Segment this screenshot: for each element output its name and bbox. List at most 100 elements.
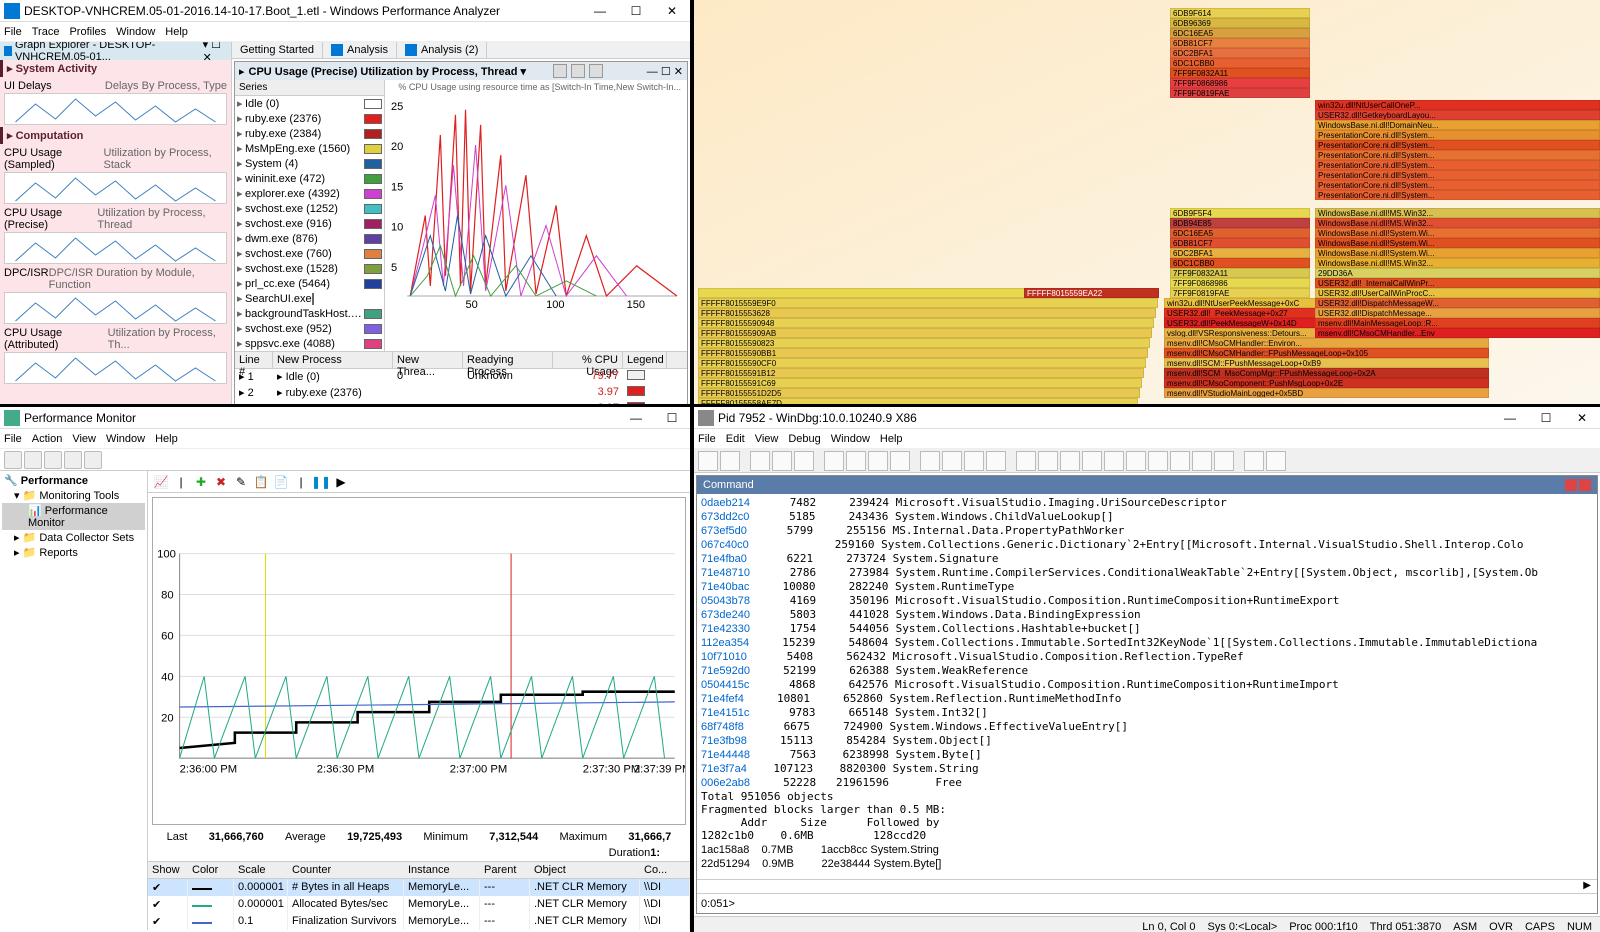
perfmon-chart[interactable]: 100 80 60 40 20 2: [152, 497, 686, 825]
minimize-button[interactable]: — [1492, 407, 1528, 429]
flame-bar[interactable]: FFFFF80155590823 [698, 338, 1150, 348]
flame-bar[interactable]: msenv.dll!CMsoComponent::PushMsgLoop+0x2… [1164, 378, 1489, 388]
highlight-icon[interactable]: ✎ [232, 473, 250, 491]
flame-bar[interactable]: 7FF9F0819FAE [1170, 88, 1310, 98]
flame-bar[interactable]: PresentationCore.ni.dll!System... [1315, 140, 1600, 150]
series-item[interactable]: ▸Idle (0) [235, 96, 384, 111]
flame-bar[interactable]: FFFFF8015553628 [698, 308, 1156, 318]
series-item[interactable]: ▸ruby.exe (2384) [235, 126, 384, 141]
thumbnail-chart[interactable] [4, 172, 227, 204]
windbg-menubar[interactable]: File Edit View Debug Window Help [694, 429, 1600, 449]
step-out-icon[interactable] [964, 451, 984, 471]
options-icon[interactable] [1266, 451, 1286, 471]
flame-bar[interactable]: 6DC16EA5 [1170, 28, 1310, 38]
flame-bar[interactable]: USER32.dll!DispatchMessageW... [1315, 298, 1600, 308]
graph-item[interactable]: CPU Usage (Sampled)Utilization by Proces… [0, 146, 231, 172]
flame-bar[interactable]: msenv.dll!CMsoCMHandler::Environ... [1164, 338, 1489, 348]
thumbnail-chart[interactable] [4, 232, 227, 264]
flame-bar[interactable]: FFFFF80155590CF0 [698, 358, 1146, 368]
breakpoints-icon[interactable] [1016, 451, 1036, 471]
copy-icon[interactable]: 📋 [252, 473, 270, 491]
series-item[interactable]: ▸explorer.exe (4392) [235, 186, 384, 201]
flame-bar[interactable]: msenv.dll!VStudioMainLogged+0x5BD [1164, 388, 1489, 398]
flame-bar[interactable]: 7FF9F0832A11 [1170, 268, 1310, 278]
close-button[interactable]: ✕ [654, 0, 690, 22]
gear-icon[interactable] [589, 64, 603, 78]
maximize-button[interactable]: ☐ [618, 0, 654, 22]
flame-bar[interactable]: USER32.dll!UserCallWinProcC... [1315, 288, 1600, 298]
flame-bar[interactable]: 7FF9F0819FAE [1170, 288, 1310, 298]
properties-icon[interactable] [84, 451, 102, 469]
cpu-chart[interactable]: % CPU Usage using resource time as [Swit… [385, 80, 687, 351]
flame-bar[interactable]: 6DC2BFA1 [1170, 248, 1310, 258]
maximize-button[interactable]: ☐ [1528, 407, 1564, 429]
go-icon[interactable] [824, 451, 844, 471]
series-item[interactable]: ▸ruby.exe (2376) [235, 111, 384, 126]
locals-icon[interactable] [1082, 451, 1102, 471]
series-legend[interactable]: Series ▸Idle (0)▸ruby.exe (2376)▸ruby.ex… [235, 80, 385, 351]
perfmon-toolbar[interactable] [0, 449, 690, 471]
flame-bar[interactable]: PresentationCore.ni.dll!System... [1315, 170, 1600, 180]
paste-icon[interactable]: 📄 [272, 473, 290, 491]
flame-bar[interactable]: 6DC1CBB0 [1170, 258, 1310, 268]
perfmon-menubar[interactable]: File Action View Window Help [0, 429, 690, 449]
graph-item[interactable]: CPU Usage (Precise)Utilization by Proces… [0, 206, 231, 232]
update-icon[interactable]: ▶ [332, 473, 350, 491]
scratch-icon[interactable] [1192, 451, 1212, 471]
flame-bar[interactable]: msenv.dll!MainMessageLoop::R... [1315, 318, 1600, 328]
wpa-menubar[interactable]: File Trace Profiles Window Help [0, 22, 690, 42]
minimize-button[interactable]: — [618, 407, 654, 429]
freeze-icon[interactable]: ❚❚ [312, 473, 330, 491]
flame-bar[interactable]: USER32.dll!_InternalCallWinPr... [1315, 278, 1600, 288]
font-icon[interactable] [1244, 451, 1264, 471]
refresh-icon[interactable] [64, 451, 82, 469]
menu-trace[interactable]: Trace [32, 26, 60, 38]
thumbnail-chart[interactable] [4, 352, 227, 384]
forward-icon[interactable] [24, 451, 42, 469]
maximize-button[interactable]: ☐ [654, 407, 690, 429]
wpa-titlebar[interactable]: DESKTOP-VNHCREM.05-01-2016.14-10-17.Boot… [0, 0, 690, 22]
thumbnail-chart[interactable] [4, 93, 227, 125]
chart-type-icon[interactable] [553, 64, 567, 78]
menu-file[interactable]: File [4, 26, 22, 38]
view-icon[interactable]: 📈 [152, 473, 170, 491]
flame-bar[interactable]: WindowsBase.ni.dll!MS.Win32... [1315, 218, 1600, 228]
flame-bar[interactable]: 6DB9F614 [1170, 8, 1310, 18]
source-icon[interactable] [1214, 451, 1234, 471]
flame-bar[interactable]: msenv.dll!SCM_MsoCompMgr::FPushMessageLo… [1164, 368, 1489, 378]
menu-profiles[interactable]: Profiles [69, 26, 106, 38]
graph-explorer-tab[interactable]: Graph Explorer - DESKTOP-VNHCREM.05-01..… [0, 42, 231, 60]
tab-analysis-2[interactable]: Analysis (2) [397, 42, 487, 58]
break-icon[interactable] [890, 451, 910, 471]
flame-bar[interactable]: win32u.dll!NtUserCallOneP... [1315, 100, 1600, 110]
flame-bar[interactable]: 7FF9F0832A11 [1170, 68, 1310, 78]
flame-bar[interactable]: WindowsBase.ni.dll!System.Wi... [1315, 248, 1600, 258]
table-row[interactable]: ▸ 3▸ ruby.exe (2384)3.97 [235, 401, 687, 404]
paste-icon[interactable] [794, 451, 814, 471]
series-item[interactable]: ▸backgroundTaskHost.e... [235, 306, 384, 321]
table-row[interactable]: ▸ 1▸ Idle (0)0Unknown79.77 [235, 369, 687, 385]
cut-icon[interactable] [750, 451, 770, 471]
back-icon[interactable] [4, 451, 22, 469]
close-pane-icon[interactable] [1579, 479, 1591, 491]
menu-help[interactable]: Help [165, 26, 188, 38]
minimize-button[interactable]: — [582, 0, 618, 22]
flame-bar[interactable]: 29DD36A [1315, 268, 1600, 278]
open-icon[interactable] [698, 451, 718, 471]
add-counter-icon[interactable]: ✚ [192, 473, 210, 491]
series-item[interactable]: ▸svchost.exe (1528) [235, 261, 384, 276]
flame-bar[interactable]: WindowsBase.ni.dll!System.Wi... [1315, 228, 1600, 238]
flame-bar[interactable]: PresentationCore.ni.dll!System... [1315, 190, 1600, 200]
perfmon-tree[interactable]: 🔧 Performance ▾ 📁 Monitoring Tools 📊 Per… [0, 471, 148, 930]
flame-bar[interactable]: 6DB81CF7 [1170, 238, 1310, 248]
counter-row[interactable]: ✔0.1Finalization SurvivorsMemoryLe...---… [148, 913, 690, 930]
flame-bar[interactable]: PresentationCore.ni.dll!System... [1315, 130, 1600, 140]
disasm-icon[interactable] [1170, 451, 1190, 471]
registers-icon[interactable] [1104, 451, 1124, 471]
copy-icon[interactable] [772, 451, 792, 471]
table-row[interactable]: ▸ 2▸ ruby.exe (2376)3.97 [235, 385, 687, 401]
series-item[interactable]: ▸sppsvc.exe (4088) [235, 336, 384, 351]
flame-bar[interactable]: 8DB94E85 [1170, 218, 1310, 228]
flame-bar[interactable]: 6DB81CF7 [1170, 38, 1310, 48]
save-icon[interactable] [720, 451, 740, 471]
